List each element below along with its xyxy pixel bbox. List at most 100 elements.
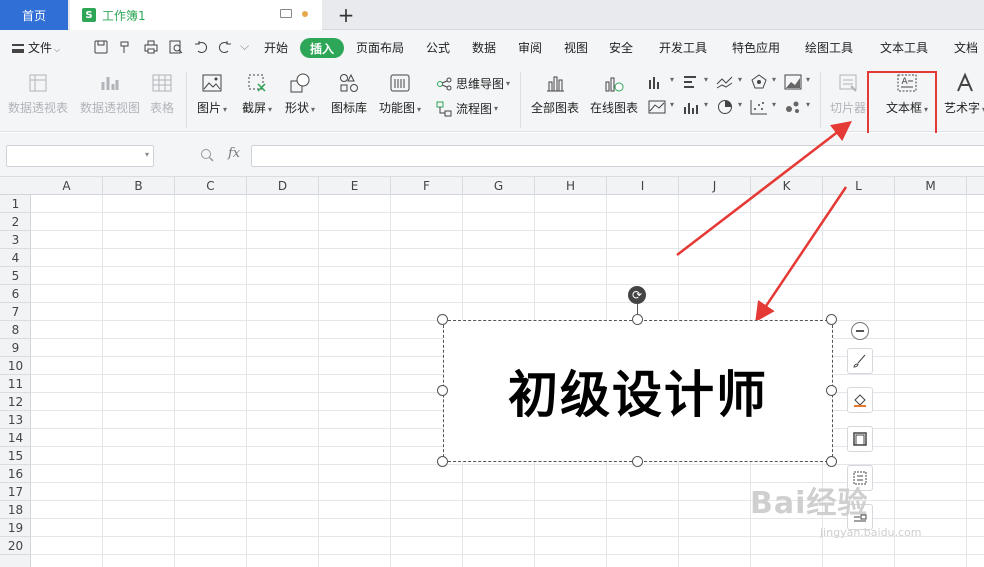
row-header-18[interactable]: 18: [0, 501, 31, 519]
row-header-15[interactable]: 15: [0, 447, 31, 465]
tab-document[interactable]: 文档: [954, 39, 978, 56]
fill-button[interactable]: [847, 387, 873, 413]
resize-handle-e[interactable]: [826, 385, 837, 396]
column-header-a[interactable]: A: [31, 177, 103, 195]
flowchart-button[interactable]: 流程图 ▾: [436, 100, 498, 117]
file-menu[interactable]: 文件 ⌵: [12, 39, 60, 56]
resize-handle-ne[interactable]: [826, 314, 837, 325]
row-header-2[interactable]: 2: [0, 213, 31, 231]
tab-formulas[interactable]: 公式: [426, 39, 450, 56]
tab-data[interactable]: 数据: [472, 39, 496, 56]
row-header-9[interactable]: 9: [0, 339, 31, 357]
column-header-k[interactable]: K: [751, 177, 823, 195]
row-header-4[interactable]: 4: [0, 249, 31, 267]
radar-chart-icon[interactable]: [750, 74, 768, 90]
area-chart-icon[interactable]: [784, 74, 802, 90]
outline-button[interactable]: [847, 426, 873, 452]
row-header-20[interactable]: 20: [0, 537, 31, 555]
more-quick-icon[interactable]: ⌵: [240, 39, 249, 54]
row-header-1[interactable]: 1: [0, 195, 31, 213]
tab-features[interactable]: 特色应用: [732, 39, 780, 56]
slicer-button[interactable]: 切片器: [830, 72, 866, 116]
column-header-e[interactable]: E: [319, 177, 391, 195]
mindmap-button[interactable]: 思维导图 ▾: [436, 75, 510, 92]
row-header-8[interactable]: 8: [0, 321, 31, 339]
new-tab-button[interactable]: +: [334, 2, 358, 28]
monitor-icon[interactable]: [280, 9, 292, 18]
resize-handle-w[interactable]: [437, 385, 448, 396]
tab-drawing-tools[interactable]: 绘图工具: [805, 39, 853, 56]
format-painter-icon[interactable]: [118, 40, 132, 54]
tab-insert[interactable]: 插入: [300, 38, 344, 58]
online-chart-button[interactable]: 在线图表: [590, 72, 638, 116]
row-header-7[interactable]: 7: [0, 303, 31, 321]
textbox-content[interactable]: 初级设计师: [444, 321, 832, 461]
pivot-table-button[interactable]: 数据透视表: [8, 72, 68, 116]
undo-icon[interactable]: [194, 40, 208, 54]
column-header-d[interactable]: D: [247, 177, 319, 195]
rotate-handle-icon[interactable]: ⟳: [628, 286, 646, 304]
line-chart-icon[interactable]: [716, 74, 734, 90]
row-header-14[interactable]: 14: [0, 429, 31, 447]
resize-handle-se[interactable]: [826, 456, 837, 467]
row-header-13[interactable]: 13: [0, 411, 31, 429]
row-header-12[interactable]: 12: [0, 393, 31, 411]
tab-text-tools[interactable]: 文本工具: [880, 39, 928, 56]
column-header-i[interactable]: I: [607, 177, 679, 195]
resize-handle-sw[interactable]: [437, 456, 448, 467]
tab-home[interactable]: 首页: [0, 0, 68, 30]
table-button[interactable]: 表格: [150, 72, 174, 116]
column-header-g[interactable]: G: [463, 177, 535, 195]
row-header-19[interactable]: 19: [0, 519, 31, 537]
column-header-b[interactable]: B: [103, 177, 175, 195]
resize-handle-n[interactable]: [632, 314, 643, 325]
textbox-object[interactable]: 初级设计师: [443, 320, 833, 462]
bar-horizontal-chart-icon[interactable]: [682, 74, 700, 90]
formula-input[interactable]: [251, 145, 984, 167]
tab-view[interactable]: 视图: [564, 39, 588, 56]
row-header-11[interactable]: 11: [0, 375, 31, 393]
tab-start[interactable]: 开始: [264, 39, 288, 56]
combo-chart-icon[interactable]: [682, 99, 700, 115]
column-header-f[interactable]: F: [391, 177, 463, 195]
style-brush-button[interactable]: [847, 348, 873, 374]
function-chart-button[interactable]: 功能图 ▾: [379, 72, 421, 116]
tab-review[interactable]: 审阅: [518, 39, 542, 56]
column-header-h[interactable]: H: [535, 177, 607, 195]
pie-chart-icon[interactable]: [716, 99, 734, 115]
row-header-17[interactable]: 17: [0, 483, 31, 501]
wordart-button[interactable]: 艺术字▾: [944, 72, 984, 116]
all-charts-button[interactable]: 全部图表: [531, 72, 579, 116]
bubble-chart-icon[interactable]: [784, 99, 802, 115]
row-header-3[interactable]: 3: [0, 231, 31, 249]
tab-developer[interactable]: 开发工具: [659, 39, 707, 56]
pivot-chart-button[interactable]: 数据透视图: [80, 72, 140, 116]
icon-library-button[interactable]: 图标库: [331, 72, 367, 116]
screenshot-button[interactable]: 截屏 ▾: [242, 72, 272, 116]
save-icon[interactable]: [94, 40, 108, 54]
resize-handle-s[interactable]: [632, 456, 643, 467]
chevron-down-icon[interactable]: ▾: [145, 150, 149, 159]
collapse-toolbar-button[interactable]: [851, 322, 869, 340]
row-header-10[interactable]: 10: [0, 357, 31, 375]
column-header-m[interactable]: M: [895, 177, 967, 195]
tab-workbook[interactable]: S 工作簿1: [70, 0, 322, 30]
column-header-j[interactable]: J: [679, 177, 751, 195]
scatter-chart-icon[interactable]: [750, 99, 768, 115]
tab-security[interactable]: 安全: [609, 39, 633, 56]
row-header-16[interactable]: 16: [0, 465, 31, 483]
column-header-c[interactable]: C: [175, 177, 247, 195]
shape-button[interactable]: 形状 ▾: [285, 72, 315, 116]
zoom-icon[interactable]: [200, 148, 214, 162]
name-box[interactable]: ▾: [6, 145, 154, 167]
column-chart-icon[interactable]: [648, 74, 666, 90]
redo-icon[interactable]: [218, 40, 232, 54]
row-header-5[interactable]: 5: [0, 267, 31, 285]
print-preview-icon[interactable]: [169, 40, 183, 54]
row-header-6[interactable]: 6: [0, 285, 31, 303]
column-header-l[interactable]: L: [823, 177, 895, 195]
picture-button[interactable]: 图片 ▾: [197, 72, 227, 116]
stock-chart-icon[interactable]: [648, 99, 666, 115]
print-icon[interactable]: [144, 40, 158, 54]
fx-icon[interactable]: fx: [228, 146, 240, 161]
